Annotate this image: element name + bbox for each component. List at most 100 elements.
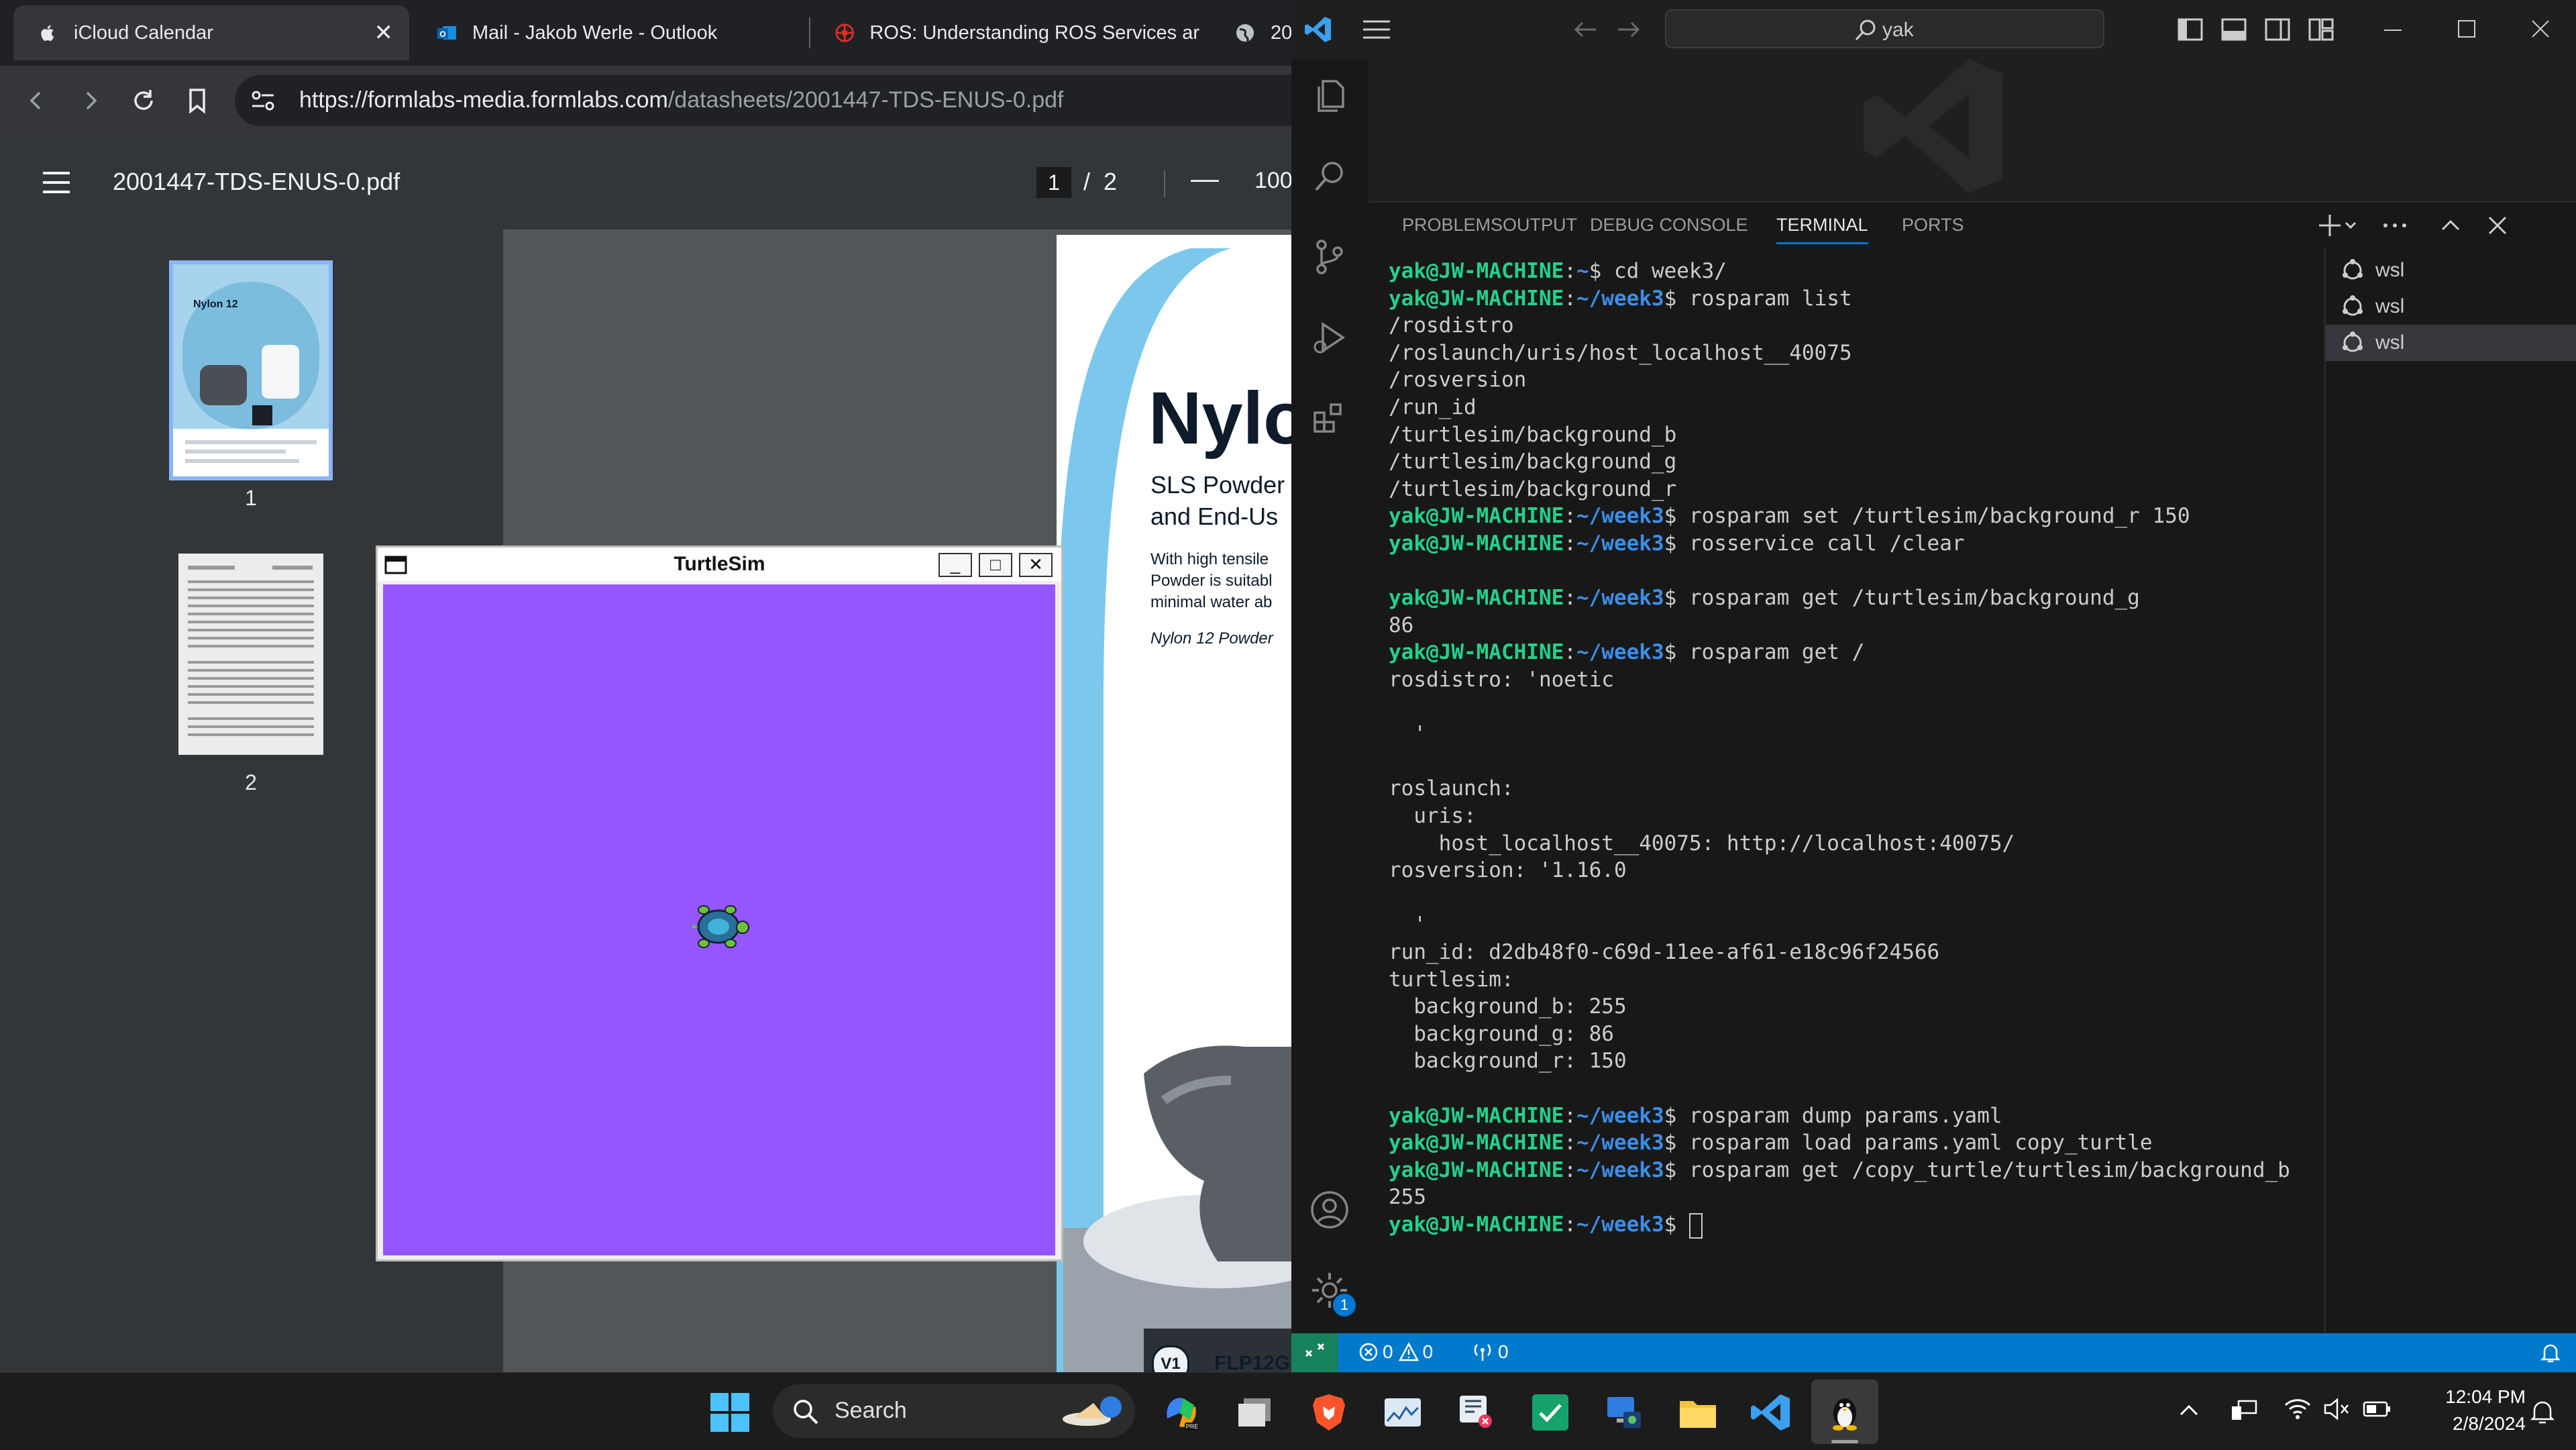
turtlesim-titlebar[interactable]: TurtleSim _ □ ✕ — [378, 548, 1061, 581]
terminal-instance[interactable]: wsl — [2326, 289, 2576, 325]
vscode-taskbar-icon[interactable] — [1751, 1392, 1792, 1433]
tab-ros-services[interactable]: ROS: Understanding ROS Services ar — [810, 5, 1199, 60]
search-button[interactable] — [1306, 153, 1353, 200]
notifications-icon[interactable] — [2539, 1341, 2562, 1364]
source-control-button[interactable] — [1306, 234, 1353, 280]
minimize-button[interactable]: _ — [938, 553, 972, 577]
chevron-up-icon[interactable] — [2438, 213, 2463, 238]
toggle-sidebar-icon[interactable] — [2177, 16, 2204, 43]
accounts-button[interactable] — [1306, 1186, 1353, 1233]
tab-icloud-calendar[interactable]: iCloud Calendar ✕ — [13, 5, 409, 60]
close-button[interactable]: ✕ — [1019, 553, 1053, 577]
terminal-command: $ rosparam list — [1664, 286, 1852, 311]
command-center-search[interactable]: yak — [1665, 9, 2104, 48]
terminal-instance[interactable]: wsl — [2326, 252, 2576, 289]
menu-icon[interactable] — [42, 169, 71, 196]
window-maximize-icon[interactable] — [2455, 17, 2478, 40]
close-panel-icon[interactable] — [2485, 213, 2510, 238]
terminal-output[interactable]: yak@JW-MACHINE:~$ cd week3/yak@JW-MACHIN… — [1368, 247, 2324, 1334]
brave-icon[interactable] — [1308, 1392, 1350, 1433]
tab-label: Mail - Jakob Werle - Outlook — [472, 21, 718, 44]
page-number-input[interactable]: 1 — [1036, 167, 1071, 198]
todo-check-icon[interactable] — [1529, 1392, 1571, 1433]
output-text: run_id: d2db48f0-c69d-11ee-af61-e18c96f2… — [1389, 940, 1940, 964]
thumbnail-page-2[interactable] — [178, 554, 323, 755]
zoom-level[interactable]: 100 — [1254, 168, 1291, 194]
editor-area — [1368, 59, 2576, 207]
problems-indicator[interactable]: 0 0 — [1358, 1341, 1433, 1363]
snipping-tool-icon[interactable] — [1456, 1392, 1497, 1433]
wifi-icon[interactable] — [2284, 1397, 2311, 1421]
toggle-secondary-sidebar-icon[interactable] — [2264, 16, 2291, 43]
maximize-button[interactable]: □ — [979, 553, 1012, 577]
search-label: Search — [835, 1398, 907, 1423]
terminal-instance-active[interactable]: wsl — [2326, 325, 2576, 361]
thumbnail-number: 2 — [245, 770, 257, 794]
system-clock[interactable]: 12:04 PM 2/8/2024 — [2398, 1384, 2526, 1437]
new-terminal-icon[interactable] — [2318, 213, 2358, 238]
prompt-path: ~/week3 — [1576, 1131, 1664, 1155]
prompt-user: yak@JW-MACHINE — [1389, 1131, 1564, 1155]
linux-terminal-taskbar-button[interactable] — [1811, 1380, 1878, 1444]
extensions-button[interactable] — [1306, 395, 1353, 442]
file-explorer-icon[interactable] — [1677, 1392, 1719, 1433]
back-button[interactable] — [17, 81, 57, 121]
arrow-right-icon[interactable] — [1617, 19, 1641, 40]
tab-output[interactable]: OUTPUT — [1503, 215, 1577, 236]
copilot-icon[interactable]: PRE — [1161, 1392, 1202, 1433]
battery-icon[interactable] — [2363, 1398, 2392, 1420]
pdf-filename: 2001447-TDS-ENUS-0.pdf — [113, 168, 400, 195]
page-body-3: minimal water ab — [1150, 593, 1273, 611]
explorer-button[interactable] — [1306, 72, 1353, 119]
reload-button[interactable] — [123, 81, 164, 121]
thumbnail-page-1[interactable]: Nylon 12 — [169, 260, 333, 480]
output-text: uris: — [1389, 804, 1477, 828]
display-icon[interactable] — [2231, 1398, 2257, 1422]
toggle-panel-icon[interactable] — [2220, 16, 2247, 43]
turtlesim-window[interactable]: TurtleSim _ □ ✕ — [376, 546, 1063, 1261]
tab-ports[interactable]: PORTS — [1902, 215, 1964, 236]
stock-chart-icon[interactable] — [1382, 1392, 1424, 1433]
volume-muted-icon[interactable] — [2322, 1397, 2349, 1421]
tab-debug-console[interactable]: DEBUG CONSOLE — [1590, 215, 1748, 236]
taskbar-search[interactable]: Search — [773, 1384, 1135, 1438]
tab-pdf[interactable]: 20 — [1216, 5, 1291, 60]
notification-bell-icon[interactable] — [2529, 1398, 2556, 1425]
output-text: background_b: 255 — [1389, 994, 1627, 1019]
outlook-icon: O — [437, 26, 456, 40]
run-debug-button[interactable] — [1306, 314, 1353, 361]
tab-terminal[interactable]: TERMINAL — [1776, 215, 1868, 244]
window-minimize-icon[interactable] — [2381, 20, 2404, 40]
terminal-command-line: yak@JW-MACHINE:~/week3$ rosparam dump pa… — [1389, 1104, 2002, 1128]
window-close-icon[interactable] — [2529, 17, 2552, 40]
ports-indicator[interactable]: 0 — [1471, 1341, 1509, 1363]
terminal-output-line: /rosdistro — [1389, 313, 1514, 338]
zoom-out-button[interactable]: — — [1191, 162, 1219, 195]
customize-layout-icon[interactable] — [2308, 16, 2334, 43]
address-bar[interactable]: https://formlabs-media.formlabs.com/data… — [235, 75, 1291, 126]
windows-start-icon[interactable] — [709, 1392, 751, 1433]
remote-desktop-icon[interactable] — [1603, 1392, 1645, 1433]
more-actions-icon[interactable] — [2381, 213, 2408, 238]
prompt-path: ~/week3 — [1576, 586, 1664, 611]
turtle-icon — [692, 905, 749, 948]
menu-icon[interactable] — [1362, 19, 1391, 40]
svg-text:PRE: PRE — [1186, 1423, 1199, 1430]
output-text: rosversion: '1.16.0 — [1389, 858, 1627, 883]
output-text: /turtlesim/background_b — [1389, 422, 1677, 447]
arrow-left-icon[interactable] — [1573, 19, 1597, 40]
tab-outlook-mail[interactable]: O Mail - Jakob Werle - Outlook — [412, 5, 801, 60]
manage-button[interactable]: 1 — [1306, 1267, 1356, 1316]
forward-button[interactable] — [70, 81, 110, 121]
files-icon — [1318, 80, 1344, 112]
tab-problems[interactable]: PROBLEMS — [1402, 215, 1503, 236]
chevron-up-icon[interactable] — [2177, 1398, 2201, 1422]
remote-indicator[interactable] — [1291, 1333, 1338, 1372]
tab-close-icon[interactable]: ✕ — [374, 19, 394, 46]
site-settings-icon[interactable] — [248, 86, 278, 115]
warning-count: 0 — [1422, 1341, 1434, 1362]
prompt-user: yak@JW-MACHINE — [1389, 259, 1564, 283]
search-highlight-icon — [1063, 1396, 1122, 1426]
bookmark-button[interactable] — [177, 81, 217, 121]
task-view-icon[interactable] — [1234, 1392, 1276, 1433]
